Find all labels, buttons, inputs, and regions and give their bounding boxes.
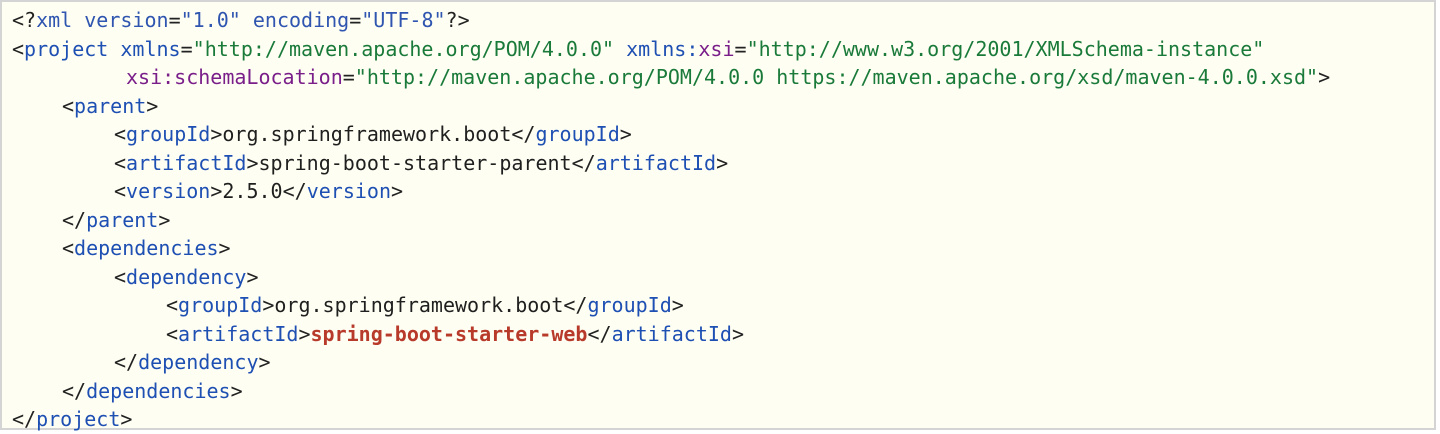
parent-artifactid-value: spring-boot-starter-parent [258,150,572,175]
decl-version-value: "1.0" [180,8,241,32]
code-block: <?xml version="1.0" encoding="UTF-8"?> <… [0,0,1436,431]
decl-name: xml [36,8,73,32]
xmlns-xsi-name: xsi [698,36,735,61]
decl-close: ?> [445,8,470,32]
parent-artifactid-line: <artifactId>spring-boot-starter-parent</… [114,150,729,175]
dependencies-close-line: </dependencies> [62,378,243,403]
parent-open-line: <parent> [62,93,159,118]
decl-encoding-attr: encoding [252,8,350,32]
project-open-line: <project xmlns="http://maven.apache.org/… [12,36,1265,61]
xml-declaration-line: <?xml version="1.0" encoding="UTF-8"?> [12,8,470,32]
schema-location-value: "http://maven.apache.org/POM/4.0.0 https… [354,65,1319,89]
parent-groupid-line: <groupId>org.springframework.boot</group… [114,122,632,146]
dependency-groupid-value: org.springframework.boot [274,293,564,317]
dependency-open-line: <dependency> [114,264,259,289]
dependency-tag: dependency [126,264,247,289]
dependencies-tag: dependencies [74,236,219,260]
project-close-line: </project> [12,407,133,431]
dependency-close-line: </dependency> [114,350,271,374]
parent-tag: parent [74,93,147,118]
dependencies-open-line: <dependencies> [62,236,231,260]
parent-close-line: </parent> [62,207,171,232]
decl-encoding-value: "UTF-8" [361,8,446,32]
parent-version-line: <version>2.5.0</version> [114,179,404,203]
dependency-artifactid-line: <artifactId>spring-boot-starter-web</art… [166,321,745,346]
dependency-artifactid-value: spring-boot-starter-web [310,321,588,346]
xmlns-xsi-prefix: xmlns: [626,36,699,61]
parent-groupid-value: org.springframework.boot [222,122,512,146]
project-tag: project [24,36,109,61]
parent-version-value: 2.5.0 [222,179,283,203]
schema-location-attr: xsi:schemaLocation [126,65,343,89]
xmlns-value: "http://maven.apache.org/POM/4.0.0" [192,36,615,61]
xmlns-attr: xmlns [120,36,181,61]
xmlns-xsi-value: "http://www.w3.org/2001/XMLSchema-instan… [746,36,1265,61]
decl-version-attr: version [84,8,169,32]
schema-location-line: xsi:schemaLocation="http://maven.apache.… [126,65,1331,89]
dependency-groupid-line: <groupId>org.springframework.boot</group… [166,293,684,317]
decl-open: <? [12,8,37,32]
